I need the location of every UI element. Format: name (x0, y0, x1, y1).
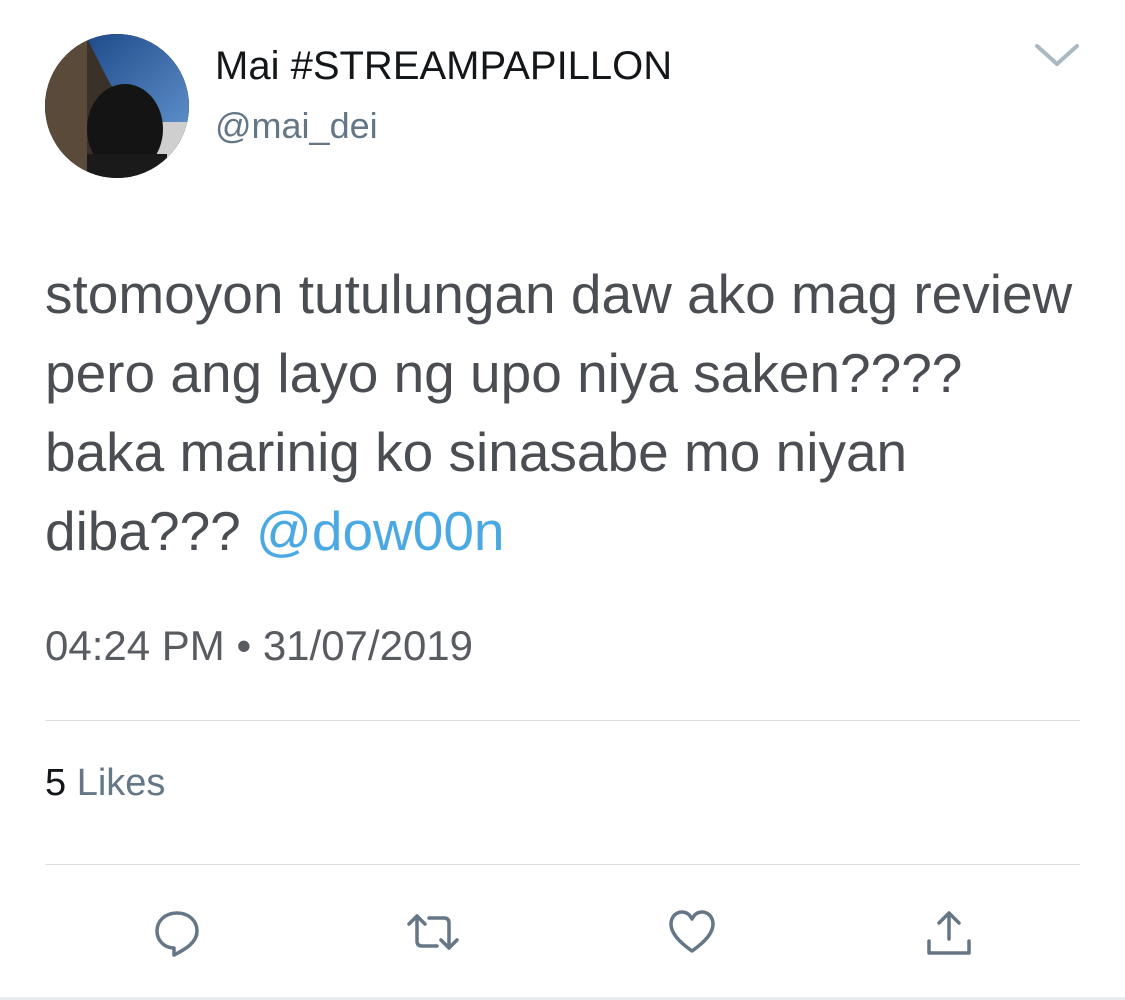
avatar[interactable] (45, 34, 189, 178)
reply-icon[interactable] (150, 905, 204, 959)
tweet-timestamp[interactable]: 04:24 PM • 31/07/2019 (45, 620, 473, 672)
tweet-text: stomoyon tutulungan daw ako mag review p… (45, 255, 1085, 571)
share-icon[interactable] (922, 905, 976, 959)
divider (45, 864, 1080, 865)
tweet-body: stomoyon tutulungan daw ako mag review p… (45, 263, 1073, 562)
display-name[interactable]: Mai #STREAMPAPILLON (215, 42, 672, 90)
likes-label: Likes (76, 762, 166, 804)
user-handle[interactable]: @mai_dei (215, 104, 378, 148)
retweet-icon[interactable] (403, 905, 459, 959)
chevron-down-icon[interactable] (1032, 40, 1082, 70)
likes-row[interactable]: 5 Likes (45, 760, 165, 806)
like-icon[interactable] (665, 905, 719, 959)
mention-link[interactable]: @dow00n (256, 500, 505, 562)
divider (45, 720, 1080, 721)
likes-count: 5 (45, 762, 67, 804)
